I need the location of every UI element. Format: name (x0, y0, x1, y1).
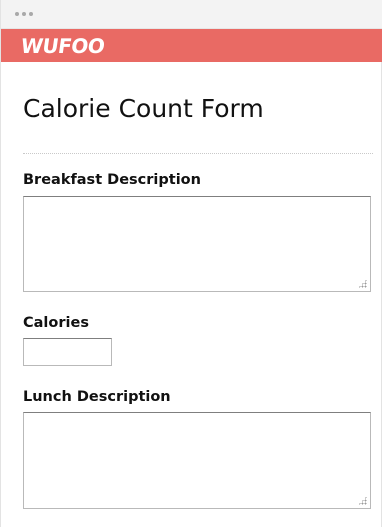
window-controls (15, 12, 33, 16)
calories-label: Calories (23, 315, 89, 331)
wufoo-logo[interactable]: WUFOO (19, 33, 106, 58)
window-dot[interactable] (22, 12, 26, 16)
breakfast-description-label: Breakfast Description (23, 172, 201, 188)
window-dot[interactable] (15, 12, 19, 16)
form-title: Calorie Count Form (23, 94, 264, 123)
title-divider (23, 153, 373, 154)
browser-window: WUFOO Calorie Count Form Breakfast Descr… (0, 0, 382, 527)
lunch-description-label: Lunch Description (23, 389, 171, 405)
window-titlebar (1, 0, 382, 29)
breakfast-description-textarea[interactable] (23, 196, 371, 292)
window-dot[interactable] (29, 12, 33, 16)
lunch-description-textarea[interactable] (23, 412, 371, 509)
calories-input[interactable] (23, 338, 112, 366)
brand-header: WUFOO (1, 29, 382, 62)
